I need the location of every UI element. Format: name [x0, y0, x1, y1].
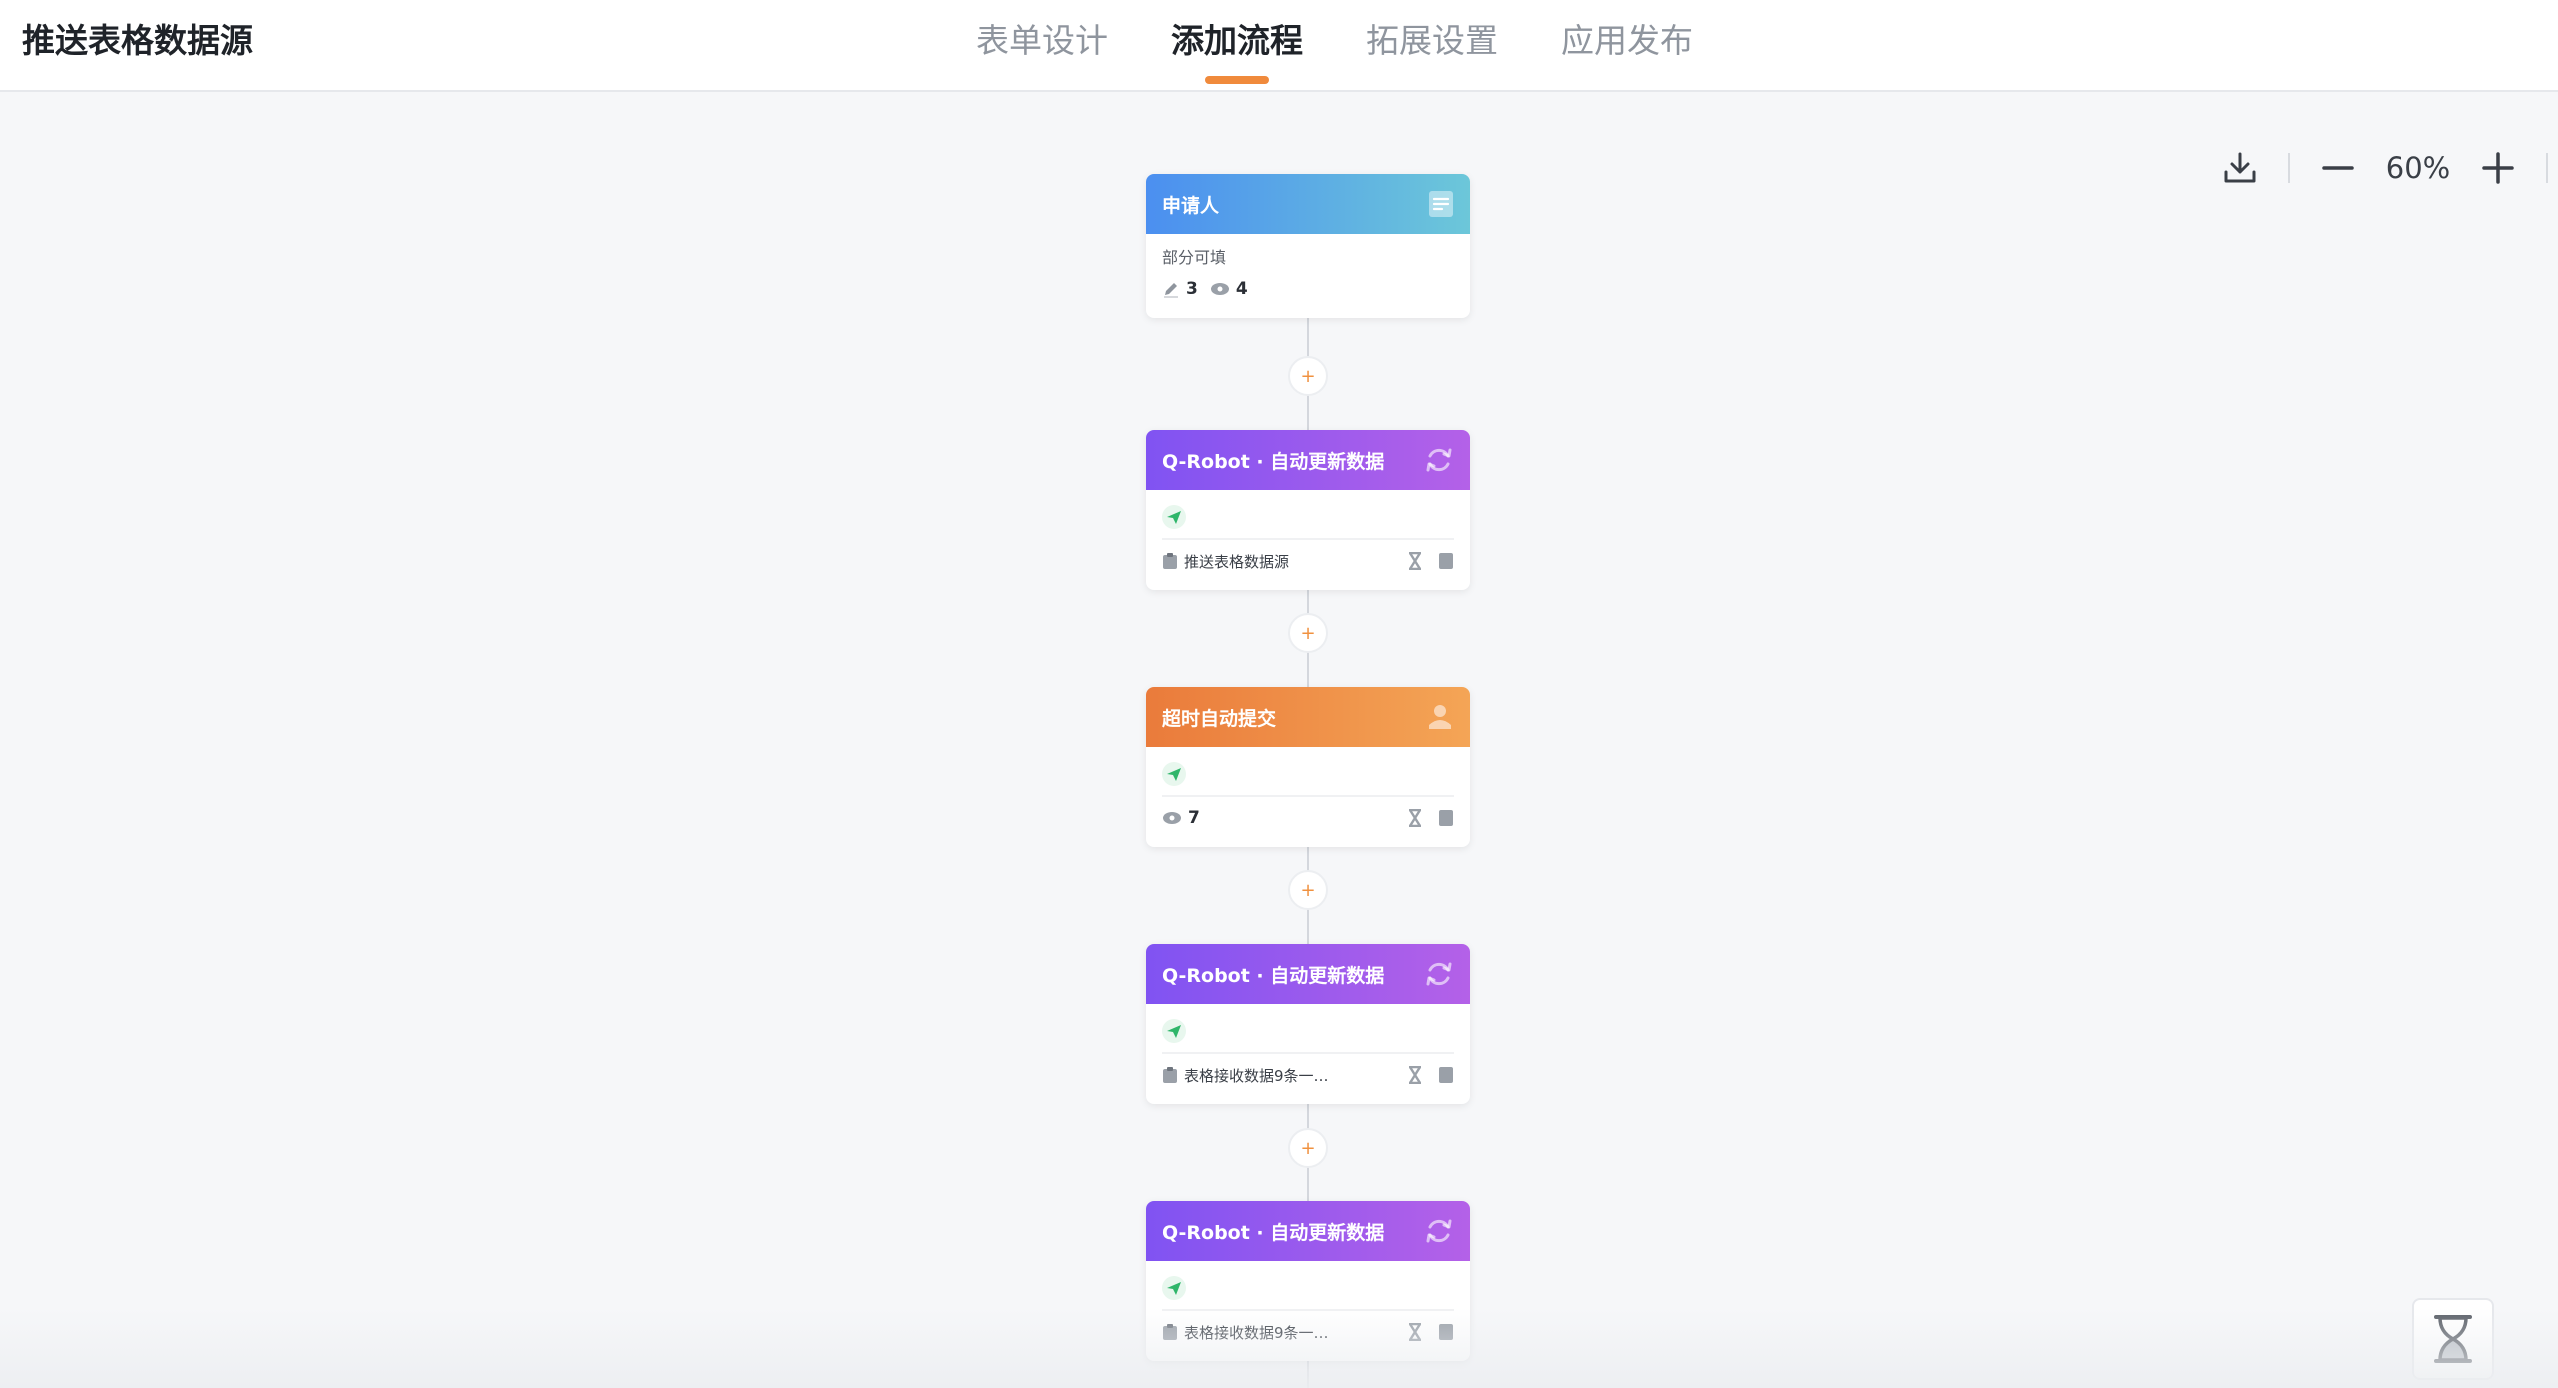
zoom-level: 60% [2385, 151, 2451, 185]
zoom-out-button[interactable] [2308, 138, 2368, 198]
flow-node-robot-update[interactable]: Q-Robot · 自动更新数据 [1146, 1201, 1470, 1361]
edit-count: 3 [1186, 279, 1198, 299]
eye-icon [1210, 283, 1229, 295]
flow-node-applicant[interactable]: 申请人 部分可填 3 4 [1146, 174, 1470, 318]
flow-canvas[interactable]: 60% 申请人 部分可填 3 4 + Q-Robot · 自动更新数据 推送表格… [0, 94, 2558, 1388]
flow-node-robot-update[interactable]: Q-Robot · 自动更新数据 [1146, 430, 1470, 590]
node-body: 表格接收数据9条一… [1146, 1261, 1470, 1361]
node-header: 超时自动提交 [1146, 687, 1470, 747]
edit-icon [1164, 283, 1178, 298]
main-tabs: 表单设计 添加流程 拓展设置 应用发布 [976, 14, 1756, 68]
view-count: 7 [1188, 808, 1200, 828]
send-icon [1162, 762, 1186, 786]
toolbar-divider [2288, 153, 2290, 183]
node-title: Q-Robot · 自动更新数据 [1162, 964, 1385, 987]
data-source-row: 推送表格数据源 [1162, 544, 1454, 578]
send-icon [1162, 1276, 1186, 1300]
trigger-row [1162, 1014, 1454, 1048]
data-source-row: 表格接收数据9条一… [1162, 1058, 1454, 1092]
toolbar-divider [2546, 153, 2548, 183]
tab-add-process[interactable]: 添加流程 [1171, 14, 1303, 68]
data-source-name: 推送表格数据源 [1184, 552, 1290, 571]
clipboard-icon [1163, 1067, 1177, 1083]
timeout-settings-button[interactable] [2412, 1298, 2494, 1380]
data-source-row: 表格接收数据9条一… [1162, 1315, 1454, 1349]
send-icon [1162, 1019, 1186, 1043]
hourglass-icon [1408, 552, 1422, 570]
node-body: 表格接收数据9条一… [1146, 1004, 1470, 1104]
clipboard-icon [1163, 1324, 1177, 1340]
user-stamp-icon [1429, 705, 1451, 729]
document-icon [1439, 1067, 1453, 1083]
document-icon [1439, 1324, 1453, 1340]
zoom-in-button[interactable] [2468, 138, 2528, 198]
add-node-button[interactable]: + [1288, 870, 1328, 910]
flow-node-timeout-submit[interactable]: 超时自动提交 7 [1146, 687, 1470, 847]
tab-form-design[interactable]: 表单设计 [976, 14, 1108, 68]
minus-icon [2322, 166, 2354, 170]
sync-icon [1426, 962, 1452, 986]
tab-app-publish[interactable]: 应用发布 [1561, 14, 1693, 68]
node-body: 推送表格数据源 [1146, 490, 1470, 590]
node-header: 申请人 [1146, 174, 1470, 234]
sync-icon [1426, 1219, 1452, 1243]
document-icon [1439, 810, 1453, 826]
hourglass-icon [1408, 1066, 1422, 1084]
node-title: 超时自动提交 [1162, 707, 1277, 730]
node-header: Q-Robot · 自动更新数据 [1146, 1201, 1470, 1261]
send-icon [1162, 505, 1186, 529]
data-source-name: 表格接收数据9条一… [1184, 1323, 1329, 1342]
node-divider [1162, 1052, 1454, 1054]
hourglass-icon [1408, 809, 1422, 827]
eye-icon [1163, 812, 1181, 824]
canvas-toolbar: 60% [2210, 136, 2558, 200]
node-header: Q-Robot · 自动更新数据 [1146, 430, 1470, 490]
node-divider [1162, 795, 1454, 797]
trigger-row [1162, 500, 1454, 534]
add-node-button[interactable]: + [1288, 613, 1328, 653]
form-icon [1429, 191, 1453, 217]
top-header: 推送表格数据源 表单设计 添加流程 拓展设置 应用发布 [0, 0, 2558, 92]
node-title: Q-Robot · 自动更新数据 [1162, 450, 1385, 473]
node-body: 7 [1146, 747, 1470, 847]
view-count: 4 [1235, 279, 1248, 299]
data-source-name: 表格接收数据9条一… [1184, 1066, 1329, 1085]
trigger-row [1162, 757, 1454, 791]
node-divider [1162, 1309, 1454, 1311]
trigger-row [1162, 1271, 1454, 1305]
node-header: Q-Robot · 自动更新数据 [1146, 944, 1470, 1004]
document-icon [1439, 553, 1453, 569]
add-node-button[interactable]: + [1288, 356, 1328, 396]
hourglass-icon [1408, 1323, 1422, 1341]
download-icon [2224, 152, 2256, 183]
node-title: 申请人 [1162, 194, 1220, 217]
app-title: 推送表格数据源 [22, 21, 253, 60]
download-button[interactable] [2210, 138, 2270, 198]
node-body: 部分可填 3 4 [1146, 234, 1470, 318]
field-permissions: 3 4 [1162, 272, 1454, 306]
sync-icon [1426, 448, 1452, 472]
node-title: Q-Robot · 自动更新数据 [1162, 1221, 1385, 1244]
add-node-button[interactable]: + [1288, 1128, 1328, 1168]
clipboard-icon [1163, 553, 1177, 569]
node-subtitle: 部分可填 [1162, 248, 1227, 267]
plus-icon [2482, 152, 2514, 184]
hourglass-icon [2434, 1315, 2472, 1363]
node-divider [1162, 538, 1454, 540]
permission-row: 7 [1162, 801, 1454, 835]
flow-node-robot-update[interactable]: Q-Robot · 自动更新数据 [1146, 944, 1470, 1104]
tab-extension-settings[interactable]: 拓展设置 [1366, 14, 1498, 68]
